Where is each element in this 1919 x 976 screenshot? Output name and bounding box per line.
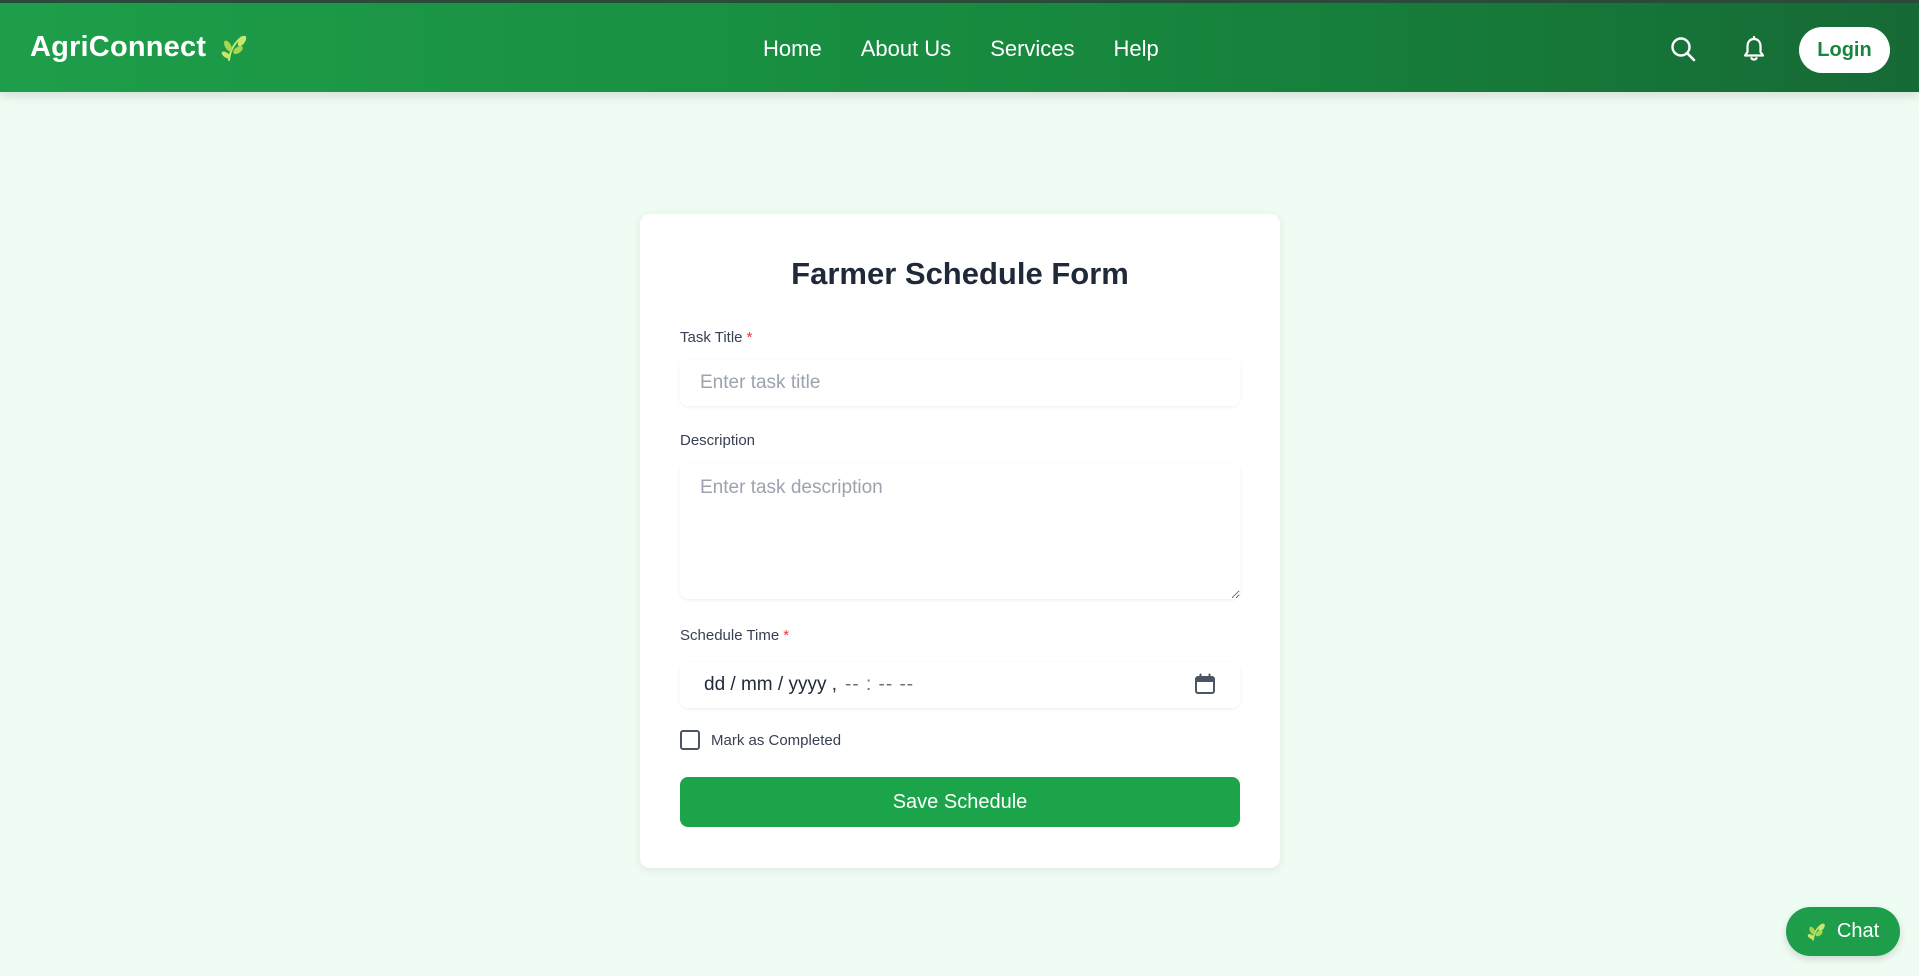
- nav-home[interactable]: Home: [763, 36, 822, 62]
- leaf-icon: [221, 35, 247, 61]
- date-placeholder: dd / mm / yyyy ,: [704, 674, 838, 695]
- completed-row: Mark as Completed: [680, 730, 841, 750]
- login-button[interactable]: Login: [1799, 27, 1890, 73]
- save-schedule-button[interactable]: Save Schedule: [680, 777, 1240, 827]
- brand-name: AgriConnect: [30, 31, 207, 63]
- completed-checkbox[interactable]: [680, 730, 700, 750]
- completed-label: Mark as Completed: [711, 731, 842, 749]
- bell-icon: [1743, 35, 1765, 61]
- task-title-label: Task Title *: [680, 329, 752, 346]
- search-button[interactable]: [1668, 34, 1698, 64]
- schedule-datetime-input[interactable]: dd / mm / yyyy , -- : -- --: [680, 662, 1240, 708]
- search-icon: [1671, 37, 1696, 62]
- required-asterisk: *: [783, 627, 790, 644]
- description-label: Description: [680, 432, 756, 449]
- form-title: Farmer Schedule Form: [791, 256, 1129, 291]
- task-title-label-text: Task Title: [680, 329, 743, 346]
- notifications-button[interactable]: [1739, 34, 1769, 64]
- schedule-time-label: Schedule Time *: [680, 627, 789, 644]
- schedule-form-card: Farmer Schedule Form Task Title* Descrip…: [640, 214, 1280, 868]
- nav-help[interactable]: Help: [1114, 36, 1159, 62]
- required-asterisk: *: [746, 329, 753, 346]
- task-title-input[interactable]: [680, 360, 1240, 406]
- main-nav: Home About Us Services Help: [763, 36, 1159, 62]
- nav-about-us[interactable]: About Us: [861, 36, 952, 62]
- description-textarea[interactable]: [680, 463, 1240, 599]
- time-placeholder: -- : -- --: [845, 674, 915, 695]
- top-navbar: AgriConnect Home About Us Services Help …: [0, 0, 1919, 92]
- chat-button[interactable]: Chat: [1786, 907, 1900, 956]
- leaf-icon: [1807, 923, 1825, 941]
- calendar-icon[interactable]: [1194, 673, 1216, 695]
- chat-label: Chat: [1836, 920, 1880, 942]
- schedule-time-label-text: Schedule Time: [680, 627, 780, 644]
- nav-services[interactable]: Services: [990, 36, 1074, 62]
- brand-logo[interactable]: AgriConnect: [30, 31, 250, 64]
